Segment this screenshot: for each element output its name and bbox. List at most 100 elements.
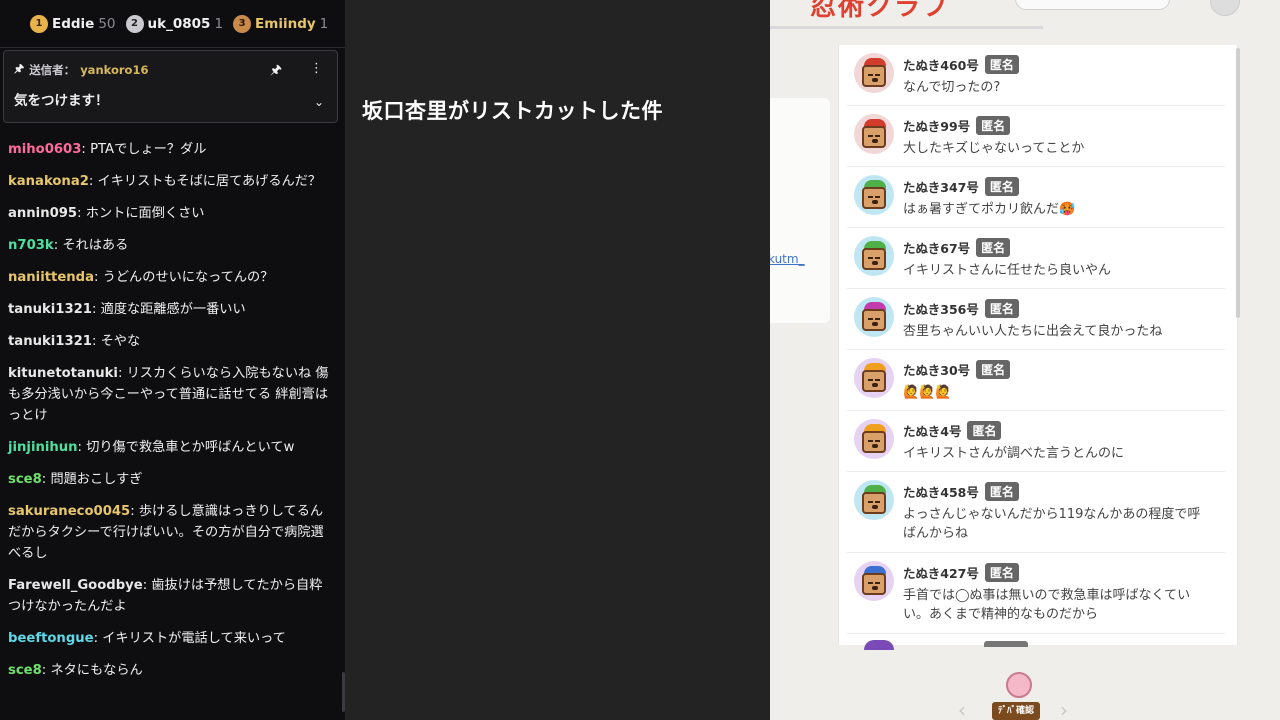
leaderboard-entry[interactable]: 1 Eddie 50 <box>30 14 116 33</box>
chat-username[interactable]: kitunetotanuki <box>8 366 118 381</box>
anonymous-badge: 匿名 <box>984 299 1019 318</box>
leaderboard-entry[interactable]: 2 uk_0805 1 <box>125 14 223 33</box>
chat-username[interactable]: naniittenda <box>8 270 94 285</box>
eye-shape <box>868 379 873 381</box>
comment-scrollbar[interactable] <box>1236 48 1240 318</box>
pinned-text: 気をつけます！ <box>14 93 109 109</box>
comment-item: たぬき427号 匿名 手首では◯ぬ事は無いので救急車は呼ばなくていい。あくまで精神的… <box>847 553 1225 634</box>
chat-message: sce8: ネタにもならん <box>8 659 332 691</box>
article-card: kutm_ <box>770 98 830 323</box>
anonymous-badge <box>984 641 1028 647</box>
chat-username[interactable]: kanakona2 <box>8 174 89 189</box>
chat-username[interactable]: tanuki1321 <box>8 302 92 317</box>
chat-colon: : <box>81 142 91 157</box>
author-name: たぬき427号 <box>903 566 979 581</box>
pin-icon: 🖈 <box>14 62 25 75</box>
comment-list: たぬき460号 匿名 なんで切ったの? たぬき99号 匿名 大したキズじゃないってことかた… <box>838 45 1238 645</box>
tanuki-face <box>862 248 886 270</box>
tanuki-face <box>862 309 886 331</box>
anonymous-badge: 匿名 <box>976 238 1011 257</box>
more-icon[interactable]: ⋮ <box>310 61 323 83</box>
nose-shape <box>872 261 878 265</box>
comment-item: たぬき67号 匿名 イキリストさんに任せたら良いやん <box>847 228 1225 289</box>
chat-text: それはある <box>62 238 129 253</box>
avatar <box>854 175 894 215</box>
chat-colon: : <box>94 270 103 285</box>
eye-shape <box>875 379 880 381</box>
chat-message: naniittenda: うどんのせいになってんの？ <box>8 266 332 298</box>
site-logo[interactable]: 忍術クラブ <box>810 0 950 23</box>
chat-username[interactable]: sakuraneco0045 <box>8 504 130 519</box>
chat-message: kitunetotanuki: リスカくらいなら入院もないね 傷も多分浅いから今… <box>8 362 332 436</box>
leaderboard: 1 Eddie 50 2 uk_0805 1 3 Emiindy 1 <box>0 0 345 48</box>
avatar <box>854 53 894 93</box>
next-arrow-icon[interactable]: › <box>1060 698 1068 720</box>
tanuki-face <box>862 573 886 595</box>
eye-shape <box>868 135 873 137</box>
comment-text: イキリストさんが調べた言うとんのに <box>903 446 1125 461</box>
comment-item: たぬき460号 匿名 なんで切ったの? <box>847 45 1225 106</box>
mascot-banner[interactable]: ﾃﾞﾊﾞ確認 <box>990 672 1042 720</box>
chat-colon: : <box>77 206 86 221</box>
chat-text: そやな <box>100 334 141 349</box>
eye-shape <box>875 582 880 584</box>
chat-colon: : <box>117 366 127 381</box>
chat-username[interactable]: annin095 <box>8 206 77 221</box>
rank-badge: 2 <box>125 14 144 33</box>
nose-shape <box>872 139 878 143</box>
chat-text: 切り傷で救急車とか呼ばんといてw <box>86 440 295 455</box>
eye-shape <box>875 440 880 442</box>
chat-username[interactable]: n703k <box>8 238 54 253</box>
comment-author: たぬき4号 匿名 <box>903 421 1002 440</box>
chat-message: jinjinihun: 切り傷で救急車とか呼ばんといてw <box>8 436 332 468</box>
avatar <box>854 236 894 276</box>
comment-text: 🙋🙋🙋 <box>903 385 952 400</box>
comment-text: よっさんじゃないんだから119なんかあの程度で呼ばんからね <box>903 507 1201 541</box>
chat-username[interactable]: Farewell_Goodbye <box>8 578 143 593</box>
chat-colon: : <box>91 334 101 349</box>
avatar <box>854 114 894 154</box>
menu-button[interactable] <box>1210 0 1240 16</box>
rank-badge: 3 <box>233 14 252 33</box>
comment-text: 手首では◯ぬ事は無いので救急車は呼ばなくていい。あくまで精神的なものだから <box>903 588 1191 622</box>
chat-text: ホントに面倒くさい <box>85 206 205 221</box>
tanuki-face <box>862 370 886 392</box>
chat-username[interactable]: miho0603 <box>8 142 81 157</box>
comment-text: はぁ暑すぎてポカリ飲んだ🥵 <box>903 202 1076 217</box>
chat-username[interactable]: jinjinihun <box>8 440 78 455</box>
leader-score: 1 <box>319 15 329 32</box>
chat-message: tanuki1321: 適度な距離感が一番いい <box>8 298 332 330</box>
chat-username[interactable]: tanuki1321 <box>8 334 92 349</box>
chat-message: tanuki1321: そやな <box>8 330 332 362</box>
author-name: たぬき67号 <box>903 241 971 256</box>
chat-message: sakuraneco0045: 歩けるし意識はっきりしてるんだからタクシーで行け… <box>8 500 332 574</box>
screen: 1 Eddie 50 2 uk_0805 1 3 Emiindy 1 🖈 送信者… <box>0 0 1280 720</box>
chat-username[interactable]: sce8 <box>8 472 42 487</box>
tanuki-face <box>862 431 886 453</box>
chat-message: miho0603: PTAでしょー？ダル <box>8 138 332 170</box>
chevron-down-icon[interactable]: ⌄ <box>314 95 324 109</box>
prev-arrow-icon[interactable]: ‹ <box>958 698 966 720</box>
comment-author: たぬき460号 匿名 <box>903 55 1019 74</box>
header-divider <box>770 26 1043 29</box>
tanuki-face <box>862 492 886 514</box>
anonymous-badge: 匿名 <box>976 360 1011 379</box>
eye-shape <box>868 440 873 442</box>
chat-colon: : <box>130 504 139 519</box>
eye-shape <box>868 501 873 503</box>
unpin-icon[interactable]: 🖈 <box>270 61 282 83</box>
leaderboard-entry[interactable]: 3 Emiindy 1 <box>233 14 329 33</box>
nose-shape <box>872 383 878 387</box>
chat-username[interactable]: sce8 <box>8 663 42 678</box>
pinned-message[interactable]: 🖈 送信者： yankoro16 🖈 ⋮ 気をつけます！ ⌄ <box>3 50 338 123</box>
anonymous-badge: 匿名 <box>984 177 1019 196</box>
comment-author: たぬき356号 匿名 <box>903 299 1019 318</box>
chat-colon: : <box>93 631 103 646</box>
search-input[interactable] <box>1015 0 1170 10</box>
author-name: たぬき460号 <box>903 58 979 73</box>
pinned-actions: 🖈 ⋮ <box>270 61 323 83</box>
article-link[interactable]: kutm_ <box>770 252 805 266</box>
chat-username[interactable]: beeftongue <box>8 631 94 646</box>
avatar <box>854 561 894 601</box>
chat-message: kanakona2: イキリストもそばに居てあげるんだ？ <box>8 170 332 202</box>
